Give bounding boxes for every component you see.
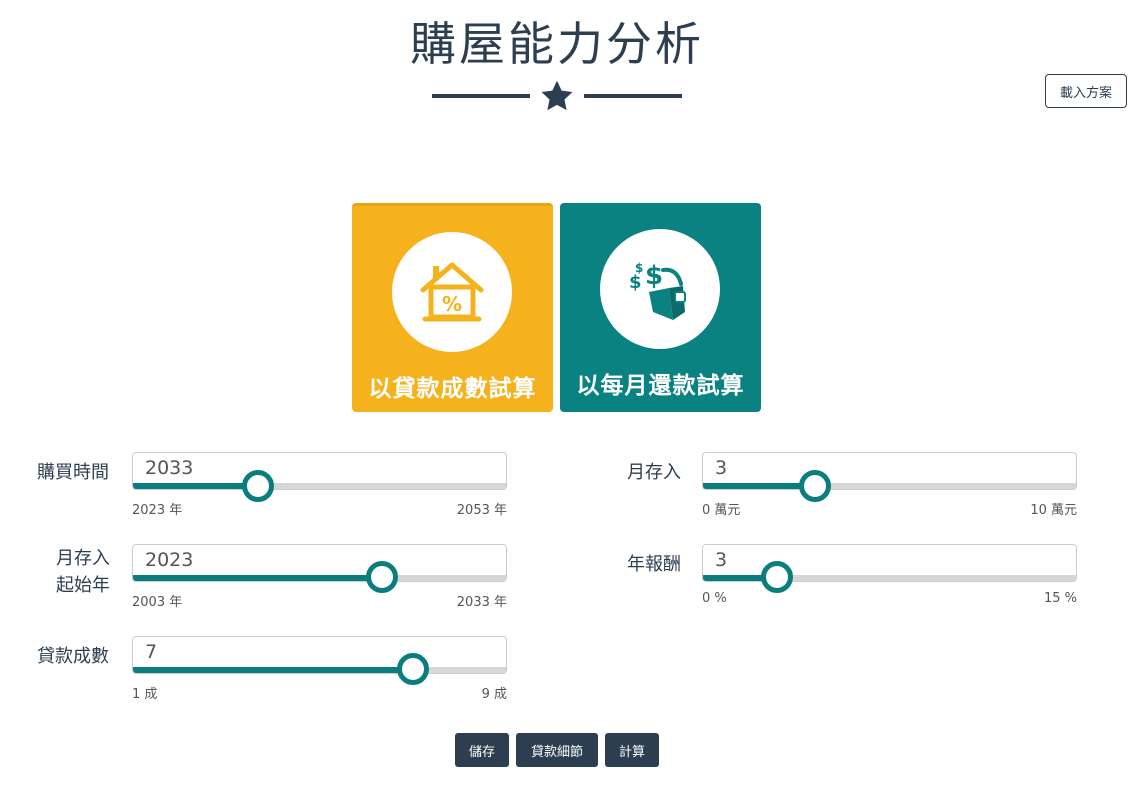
star-icon (541, 80, 573, 111)
annual-return-handle[interactable] (761, 561, 793, 593)
svg-text:%: % (442, 292, 462, 316)
deposit-start-year-label-line1: 月存入 (56, 548, 110, 569)
monthly-deposit-slider[interactable]: 3 (702, 452, 1077, 490)
calculate-button[interactable]: 計算 (605, 733, 659, 767)
monthly-deposit-value: 3 (715, 457, 728, 479)
loan-details-button[interactable]: 貸款細節 (516, 733, 598, 767)
mode-label-monthly-payment: 以每月還款試算 (576, 373, 745, 399)
purchase-time-slider[interactable]: 2033 (132, 452, 507, 490)
deposit-start-year-label-line2: 起始年 (56, 575, 110, 596)
deposit-start-year-min-label: 2003 年 (132, 595, 183, 610)
purchase-time-handle[interactable] (242, 470, 274, 502)
loan-ratio-label: 貸款成數 (37, 646, 109, 667)
annual-return-min-label: 0 % (702, 591, 727, 606)
slider-fill (133, 667, 414, 673)
monthly-deposit-max-label: 10 萬元 (1030, 503, 1077, 518)
purchase-time-value: 2033 (145, 457, 194, 479)
mode-card-monthly-payment[interactable]: $ $ $ 以每月還款試算 (560, 203, 761, 412)
annual-return-max-label: 15 % (1043, 591, 1077, 606)
loan-ratio-value: 7 (145, 641, 158, 663)
save-button[interactable]: 儲存 (455, 733, 509, 767)
monthly-deposit-label: 月存入 (627, 462, 681, 483)
page-title: 購屋能力分析 (410, 17, 704, 71)
purchase-time-label: 購買時間 (37, 462, 109, 483)
money-wallet-icon: $ $ $ (629, 261, 686, 320)
house-percent-icon: % (420, 262, 484, 322)
monthly-deposit-handle[interactable] (799, 470, 831, 502)
divider-line-right (584, 94, 682, 98)
deposit-start-year-slider[interactable]: 2023 (132, 544, 507, 582)
loan-ratio-min-label: 1 成 (132, 687, 158, 702)
title-divider (432, 78, 682, 114)
annual-return-label: 年報酬 (627, 554, 681, 575)
divider-line-left (432, 94, 530, 98)
loan-ratio-slider[interactable]: 7 (132, 636, 507, 674)
deposit-start-year-max-label: 2033 年 (456, 595, 507, 610)
mode-label-loan-ratio: 以貸款成數試算 (368, 376, 537, 402)
annual-return-slider[interactable]: 3 (702, 544, 1077, 582)
loan-ratio-handle[interactable] (397, 653, 429, 685)
purchase-time-min-label: 2023 年 (132, 503, 183, 518)
monthly-deposit-min-label: 0 萬元 (702, 503, 741, 518)
loan-ratio-max-label: 9 成 (481, 687, 507, 702)
svg-text:$: $ (629, 272, 642, 293)
slider-fill (133, 483, 259, 489)
svg-text:$: $ (635, 261, 643, 275)
mode-card-loan-ratio[interactable]: % 以貸款成數試算 (352, 203, 553, 412)
mode-icon-circle: $ $ $ (600, 229, 720, 349)
load-plan-button[interactable]: 載入方案 (1045, 74, 1127, 108)
deposit-start-year-value: 2023 (145, 549, 194, 571)
mode-icon-circle: % (392, 232, 512, 352)
deposit-start-year-label: 月存入 起始年 (56, 545, 110, 599)
annual-return-value: 3 (715, 549, 728, 571)
svg-text:$: $ (645, 261, 663, 291)
deposit-start-year-handle[interactable] (366, 561, 398, 593)
purchase-time-max-label: 2053 年 (456, 503, 507, 518)
slider-fill (133, 575, 383, 581)
